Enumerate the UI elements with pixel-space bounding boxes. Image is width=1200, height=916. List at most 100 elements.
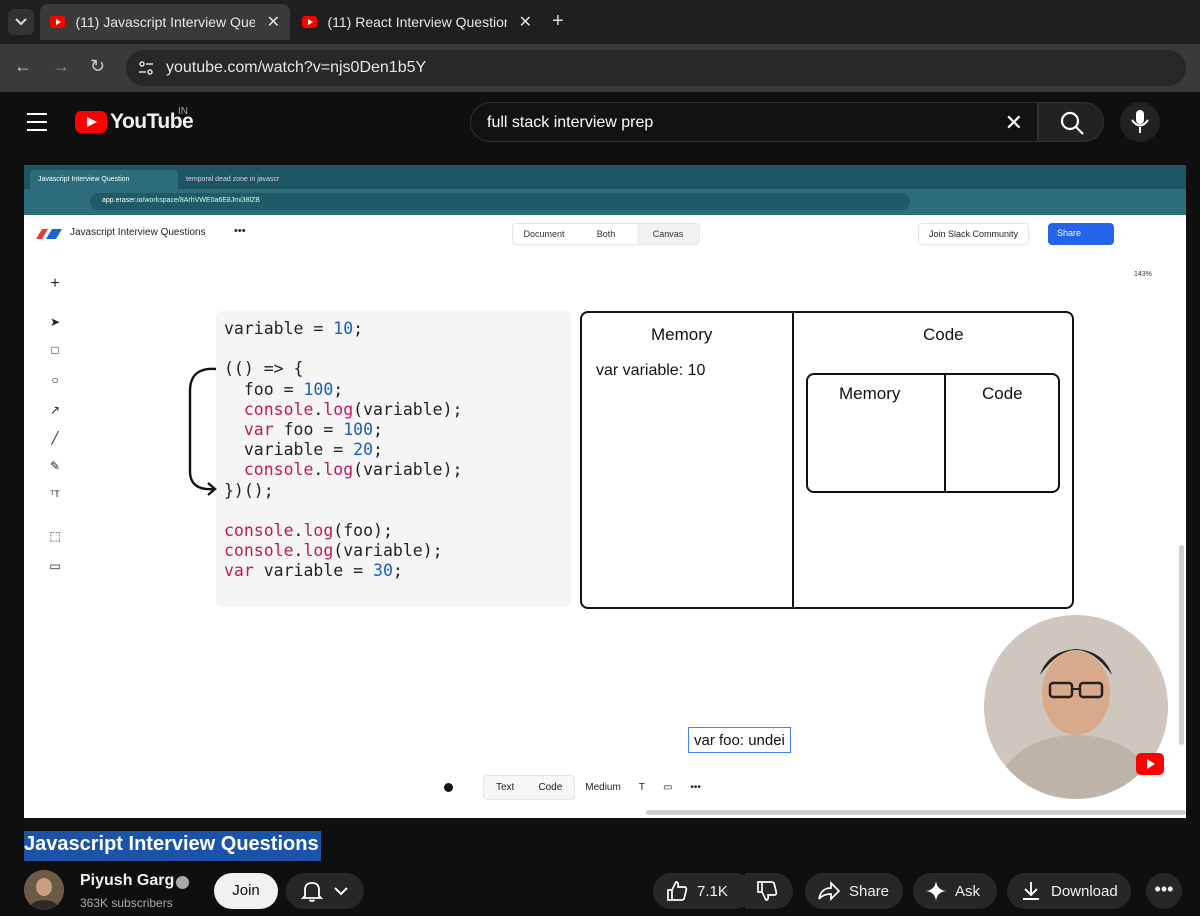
- function-context-divider: [944, 373, 946, 493]
- video-url-path: /workspace/8ArhVWE0a6E8Jmi38lZB: [142, 197, 260, 204]
- download-label: Download: [1051, 882, 1118, 900]
- thumbs-up-icon: [667, 881, 688, 901]
- format-code-label: Code: [538, 781, 563, 793]
- text-code-toggle: Text Code: [483, 774, 576, 800]
- code-line: variable = 20;: [224, 440, 383, 460]
- eraser-app-bar: Javascript Interview Questions ••• Docum…: [24, 215, 1186, 251]
- like-button[interactable]: 7.1K: [653, 873, 753, 909]
- back-icon[interactable]: ←: [14, 56, 32, 77]
- clear-search-icon[interactable]: ✕: [1005, 110, 1023, 136]
- color-dot-icon: [444, 782, 453, 792]
- join-slack-label: Join Slack Community: [918, 223, 1030, 245]
- reload-icon[interactable]: ↻: [90, 56, 105, 77]
- avatar[interactable]: [24, 870, 64, 910]
- eraser-share-label: Share: [1048, 223, 1114, 245]
- youtube-header: YouTube IN full stack interview prep ✕: [0, 92, 1200, 156]
- verified-icon: [176, 876, 189, 889]
- browser-tab-1[interactable]: (11) Javascript Interview Questio ✕: [40, 4, 290, 40]
- code-line: console.log(variable);: [243, 399, 463, 419]
- search-input[interactable]: full stack interview prep ✕: [470, 102, 1038, 142]
- search-button[interactable]: [1038, 102, 1104, 142]
- format-text-label: Text: [496, 781, 515, 793]
- tab-label: (11) Javascript Interview Questio: [75, 14, 255, 30]
- search-value: full stack interview prep: [487, 114, 654, 131]
- video-url-host: app.eraser.io: [102, 197, 143, 204]
- like-count: 7.1K: [697, 882, 728, 900]
- menu-icon[interactable]: [27, 113, 47, 137]
- share-button[interactable]: Share: [805, 873, 903, 909]
- subscriber-count: 363K subscribers: [80, 896, 173, 910]
- sparkle-icon: [926, 881, 946, 901]
- video-browser-address: app.eraser.io/workspace/8ArhVWE0a6E8Jmi3…: [24, 189, 1186, 215]
- more-options-icon: •••: [234, 225, 246, 237]
- inner-memory-label: Memory: [839, 384, 901, 403]
- microphone-icon: [1131, 110, 1149, 133]
- code-line: var variable = 30;: [224, 561, 403, 581]
- format-bar: Text Code Medium T ▭ •••: [444, 773, 719, 801]
- site-info-icon[interactable]: [138, 60, 154, 76]
- pointer-icon: ➤: [49, 315, 61, 329]
- notifications-button[interactable]: [286, 873, 364, 909]
- canvas-scrollbar-horizontal: [646, 810, 1186, 815]
- zoom-level: 143%: [1134, 271, 1152, 278]
- video-tab: temporal dead zone in javascr: [186, 176, 280, 183]
- line-icon: ╱: [51, 431, 59, 445]
- video-url: app.eraser.io/workspace/8ArhVWE0a6E8Jmi3…: [90, 193, 910, 210]
- youtube-play-icon: [75, 111, 107, 133]
- view-mode-both: Both: [596, 229, 616, 239]
- thumbs-down-icon: [757, 881, 778, 901]
- arrow-icon: ↗: [49, 403, 61, 417]
- channel-avatar-image: [24, 870, 64, 910]
- download-button[interactable]: Download: [1007, 873, 1131, 909]
- view-mode-canvas: Canvas: [637, 224, 699, 244]
- url-text: youtube.com/watch?v=njs0Den1b5Y: [166, 59, 427, 76]
- channel-name[interactable]: Piyush Garg: [80, 872, 174, 890]
- code-line: (() => {: [224, 359, 304, 379]
- video-tab: Javascript Interview Question: [30, 170, 178, 189]
- pen-icon: ✎: [49, 459, 61, 473]
- dislike-button[interactable]: [745, 873, 793, 909]
- ask-button[interactable]: Ask: [913, 873, 997, 909]
- rectangle-icon: □: [51, 343, 59, 357]
- code-line: variable = 10;: [224, 319, 364, 338]
- youtube-favicon-icon: [50, 16, 66, 28]
- browser-tab-strip: (11) Javascript Interview Questio ✕ (11)…: [0, 0, 1200, 44]
- text-tool-icon: ᵀT: [50, 489, 60, 499]
- browser-toolbar: ← → ↻ youtube.com/watch?v=njs0Den1b5Y: [0, 44, 1200, 92]
- frame-icon: ⬚: [49, 529, 61, 543]
- video-browser-tabs: Javascript Interview Question temporal d…: [24, 165, 1186, 189]
- eraser-doc-title: Javascript Interview Questions: [70, 227, 206, 238]
- more-actions-icon[interactable]: •••: [1146, 873, 1182, 909]
- close-icon[interactable]: ✕: [519, 12, 532, 32]
- code-line: console.log(variable);: [243, 460, 463, 480]
- plus-icon: +: [50, 275, 60, 292]
- close-icon[interactable]: ✕: [267, 12, 280, 32]
- comment-icon: ▭: [662, 781, 673, 793]
- voice-search-button[interactable]: [1120, 102, 1160, 142]
- search-icon: [1060, 111, 1084, 135]
- browser-tab-2[interactable]: (11) React Interview Questions - ✕: [292, 4, 542, 40]
- video-player[interactable]: Javascript Interview Question temporal d…: [24, 165, 1186, 818]
- tab-search-button[interactable]: [8, 9, 34, 35]
- memory-entry: var variable: 10: [596, 362, 706, 379]
- share-label: Share: [849, 882, 890, 900]
- comment-icon: ▭: [49, 559, 61, 573]
- code-text: variable = 10; (() => { foo = 100; conso…: [224, 319, 462, 582]
- youtube-logo[interactable]: YouTube: [75, 110, 194, 134]
- forward-icon[interactable]: →: [52, 56, 70, 77]
- inner-code-label: Code: [982, 384, 1023, 403]
- code-line: var foo = 100;: [243, 420, 383, 440]
- memory-label: Memory: [651, 325, 713, 344]
- ask-label: Ask: [955, 882, 981, 900]
- join-button[interactable]: Join: [214, 873, 278, 909]
- region-code: IN: [178, 106, 188, 117]
- share-icon: [818, 880, 841, 902]
- address-bar[interactable]: youtube.com/watch?v=njs0Den1b5Y: [126, 50, 1186, 86]
- youtube-favicon-icon: [302, 16, 318, 28]
- code-line: console.log(variable);: [224, 541, 443, 561]
- video-title: Javascript Interview Questions: [24, 831, 321, 861]
- code-label: Code: [923, 325, 964, 344]
- new-tab-button[interactable]: +: [552, 10, 564, 33]
- more-options-icon: •••: [690, 781, 701, 793]
- canvas-text-box: var foo: undei: [688, 727, 791, 753]
